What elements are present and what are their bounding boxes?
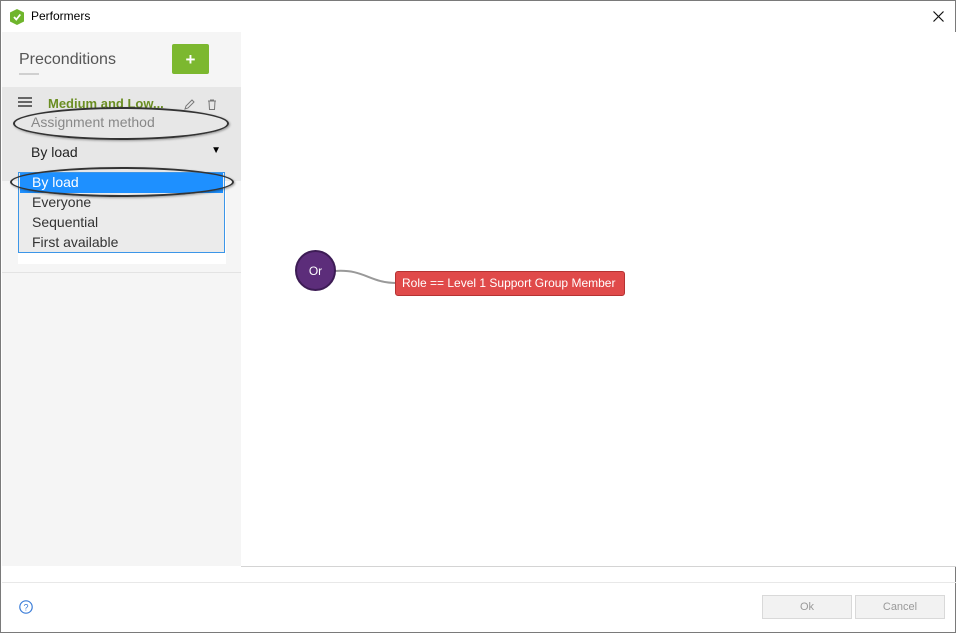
edit-icon[interactable] [184,98,195,110]
performers-dialog: Performers Preconditions + Medium and Lo… [0,0,956,633]
delete-icon[interactable] [207,98,217,110]
precondition-name[interactable]: Medium and Low... [48,96,172,111]
dropdown-arrow-icon: ▼ [211,145,221,156]
footer-divider [2,582,956,583]
option-sequential[interactable]: Sequential [20,213,223,233]
option-by-load[interactable]: By load [20,173,223,193]
window-title: Performers [31,9,91,23]
close-icon [932,10,944,22]
option-first-available[interactable]: First available [20,233,223,253]
title-underline [19,73,39,75]
or-node[interactable]: Or [295,250,336,291]
canvas-border [241,566,956,567]
help-icon[interactable]: ? [19,600,33,614]
assignment-options-list: By load Everyone Sequential First availa… [18,172,225,253]
plus-icon: + [185,49,196,69]
close-button[interactable] [921,1,955,31]
add-precondition-button[interactable]: + [172,44,209,74]
ok-button[interactable]: Ok [762,595,852,619]
assignment-method-select[interactable]: By load ▼ [31,143,221,163]
title-bar: Performers [1,1,955,32]
svg-text:?: ? [23,603,28,613]
selected-value: By load [31,144,78,160]
list-icon [18,96,32,107]
role-condition-node[interactable]: Role == Level 1 Support Group Member [395,271,625,296]
diagram-canvas[interactable] [241,32,956,566]
option-everyone[interactable]: Everyone [20,193,223,213]
cancel-button[interactable]: Cancel [855,595,945,619]
connector-line [335,269,398,284]
preconditions-title: Preconditions [19,51,116,68]
app-logo-icon [10,9,24,25]
preconditions-panel: Preconditions + Medium and Low... Assign… [2,32,241,566]
panel-divider [2,272,241,273]
assignment-method-label: Assignment method [31,114,155,130]
